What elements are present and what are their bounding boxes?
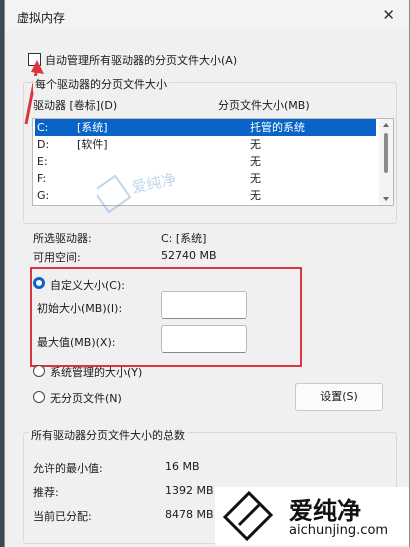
selected-drive-value: C: [系统] <box>161 232 207 245</box>
watermark-url: aichunjing.com <box>289 523 389 538</box>
watermark-mark-icon <box>222 490 274 542</box>
drive-list-scrollbar[interactable] <box>379 119 393 205</box>
drive-column-header: 驱动器 [卷标](D) <box>33 99 118 112</box>
scroll-down-icon[interactable] <box>383 197 389 201</box>
window-title: 虚拟内存 <box>17 11 66 25</box>
no-paging-radio[interactable] <box>33 391 45 403</box>
drive-row[interactable]: D: [软件] 无 <box>35 136 376 153</box>
watermark-brand: 爱纯净 <box>289 497 361 525</box>
no-paging-label[interactable]: 无分页文件(N) <box>50 390 122 406</box>
watermark-brand-faint: 爱纯净 <box>130 170 178 197</box>
paging-column-header: 分页文件大小(MB) <box>218 99 310 112</box>
close-icon[interactable]: ✕ <box>382 6 395 24</box>
system-managed-radio[interactable] <box>33 365 45 377</box>
current-allocated-value: 8478 MB <box>165 508 214 521</box>
system-managed-label[interactable]: 系统管理的大小(Y) <box>50 364 142 380</box>
totals-group-title: 所有驱动器分页文件大小的总数 <box>29 427 187 443</box>
free-space-value: 52740 MB <box>161 249 217 262</box>
free-space-label: 可用空间: <box>33 251 81 264</box>
watermark-logo-icon: 爱纯净 <box>97 170 178 214</box>
min-allowed-value: 16 MB <box>165 460 200 473</box>
watermark-badge: 爱纯净 aichunjing.com <box>215 487 409 545</box>
drives-group-title: 每个驱动器的分页文件大小 <box>33 76 169 92</box>
set-button[interactable]: 设置(S) <box>295 383 383 411</box>
recommended-label: 推荐: <box>33 486 59 499</box>
drive-row[interactable]: C: [系统] 托管的系统 <box>35 119 376 136</box>
title-bar: 虚拟内存 ✕ <box>5 0 409 30</box>
current-allocated-label: 当前已分配: <box>33 510 92 523</box>
scroll-thumb[interactable] <box>384 133 388 173</box>
drive-list[interactable]: C: [系统] 托管的系统 D: [软件] 无 E: 无 F: 无 G: 无 <box>32 118 394 206</box>
red-highlight-box <box>30 267 302 367</box>
recommended-value: 1392 MB <box>165 484 214 497</box>
virtual-memory-dialog: 虚拟内存 ✕ 自动管理所有驱动器的分页文件大小(A) 每个驱动器的分页文件大小 … <box>4 0 410 547</box>
selected-drive-label: 所选驱动器: <box>33 232 92 245</box>
scroll-up-icon[interactable] <box>383 123 389 127</box>
auto-manage-label[interactable]: 自动管理所有驱动器的分页文件大小(A) <box>45 52 237 68</box>
min-allowed-label: 允许的最小值: <box>33 462 103 475</box>
